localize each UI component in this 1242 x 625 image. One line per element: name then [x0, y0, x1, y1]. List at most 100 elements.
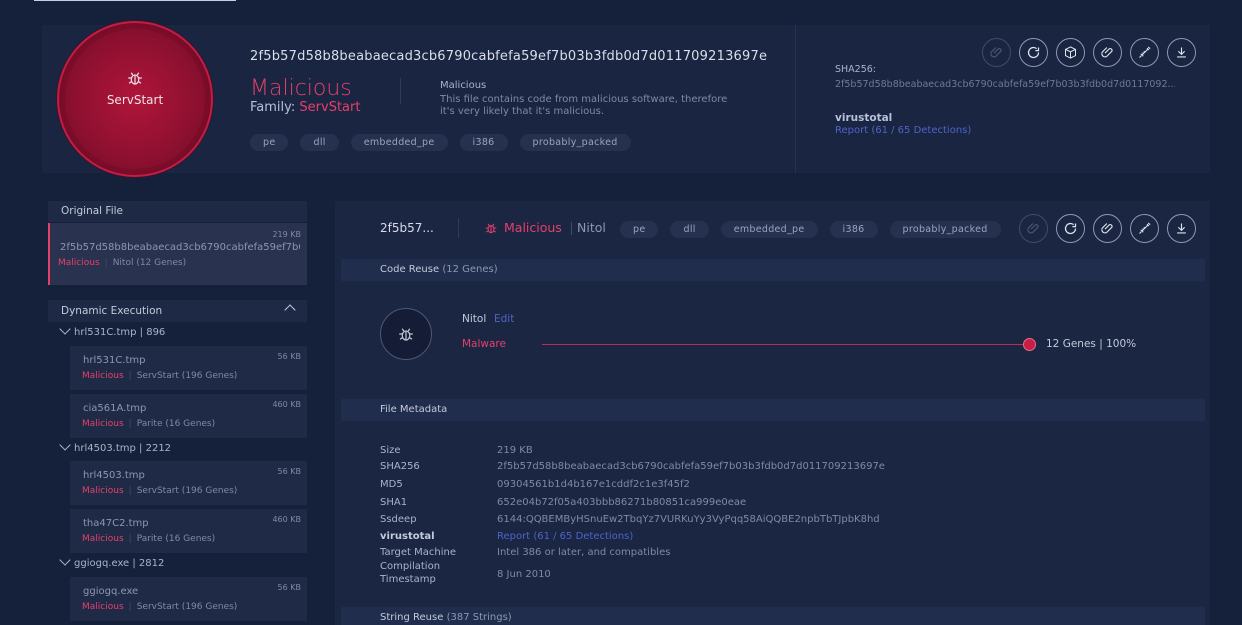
child-file-item[interactable]: 56 KB hrl531C.tmp Malicious | ServStart (1…: [70, 346, 307, 390]
tag[interactable]: embedded_pe: [350, 134, 448, 151]
syringe-icon: [1139, 46, 1151, 58]
chevron-down-icon[interactable]: [59, 439, 71, 451]
verdict: Malicious: [82, 602, 124, 612]
family-label[interactable]: Nitol: [571, 220, 606, 235]
metadata-key: SHA256: [380, 461, 420, 472]
sha256-value: 2f5b57d58b8beabaecad3cb6790cabfefa59ef7b…: [835, 79, 1175, 90]
section-title: Code Reuse: [380, 264, 440, 275]
gene-count: (12 Genes): [442, 264, 498, 275]
verdict: Malicious: [58, 258, 100, 268]
attach-button[interactable]: [1019, 214, 1048, 243]
tag[interactable]: i386: [459, 134, 508, 151]
family-value[interactable]: ServStart: [299, 100, 360, 115]
file-name: hrl531C.tmp: [83, 355, 146, 366]
download-button[interactable]: [1167, 214, 1196, 243]
file-size: 56 KB: [277, 352, 301, 361]
metadata-value: 219 KB: [497, 445, 533, 456]
inject-button[interactable]: [1130, 38, 1159, 67]
refresh-icon: [1064, 222, 1077, 235]
bug-icon: [485, 223, 497, 233]
file-size: 56 KB: [277, 583, 301, 592]
child-file-item[interactable]: 460 KB tha47C2.tmp Malicious | Parite (16 …: [70, 509, 307, 553]
process-node[interactable]: ggiogq.exe | 2812: [58, 554, 165, 569]
child-file-item[interactable]: 56 KB hrl4503.tmp Malicious | ServStart (1…: [70, 461, 307, 505]
attach-button[interactable]: [982, 38, 1011, 67]
reanalyze-button[interactable]: [1019, 38, 1048, 67]
tag[interactable]: dll: [300, 134, 339, 151]
file-name: hrl4503.tmp: [83, 470, 145, 481]
download-icon: [1177, 223, 1186, 234]
edit-link[interactable]: Edit: [494, 313, 514, 325]
main-actions: [1019, 214, 1196, 243]
verdict-desc-title: Malicious: [440, 80, 487, 91]
inject-button[interactable]: [1130, 214, 1159, 243]
metadata-value: 2f5b57d58b8beabaecad3cb6790cabfefa59ef7b…: [497, 461, 885, 472]
metadata-value: 652e04b72f05a403bbb86271b80851ca999e0eae: [497, 497, 747, 508]
header-tags: pe dll embedded_pe i386 probably_packed: [250, 134, 631, 151]
chevron-down-icon[interactable]: [59, 554, 71, 566]
download-button[interactable]: [1167, 38, 1196, 67]
code-reuse-header: Code Reuse (12 Genes): [341, 259, 1205, 281]
process-node[interactable]: hrl531C.tmp | 896: [58, 323, 166, 338]
metadata-key: Timestamp: [380, 574, 436, 585]
refresh-icon: [1027, 46, 1040, 59]
sandbox-button[interactable]: [1056, 38, 1085, 67]
chevron-down-icon[interactable]: [59, 323, 71, 335]
tag[interactable]: embedded_pe: [720, 221, 818, 238]
divider: [400, 78, 401, 104]
file-verdict-line: Malicious | ServStart (196 Genes): [82, 371, 238, 381]
file-verdict-line: Malicious | ServStart (196 Genes): [82, 602, 238, 612]
sha256-label: SHA256:: [835, 64, 877, 75]
tag[interactable]: i386: [829, 221, 878, 238]
process-node[interactable]: hrl4503.tmp | 2212: [58, 439, 171, 454]
tag[interactable]: pe: [250, 134, 289, 151]
verdict: Malicious: [82, 419, 124, 429]
gene-reuse-bar: [542, 344, 1029, 345]
virustotal-label: virustotal: [835, 112, 893, 124]
family-name: ServStart: [106, 93, 164, 107]
original-file-header: Original File: [48, 201, 307, 222]
tag[interactable]: dll: [670, 221, 709, 238]
family: Parite (16 Genes): [136, 419, 216, 429]
process-label: ggiogq.exe | 2812: [74, 558, 165, 569]
top-edge-line: [34, 0, 236, 1]
reanalyze-button[interactable]: [1056, 214, 1085, 243]
verdict-badge: Malicious: [484, 220, 562, 235]
syringe-icon: [1139, 222, 1151, 234]
paperclip-icon: [1101, 223, 1113, 234]
metadata-key: Target Machine: [380, 547, 456, 558]
gene-family-name: Nitol: [462, 313, 487, 325]
section-title: String Reuse: [380, 612, 444, 623]
verdict: Malicious: [82, 371, 124, 381]
child-file-item[interactable]: 56 KB ggiogq.exe Malicious | ServStart (19…: [70, 577, 307, 621]
paperclip-icon: [1027, 223, 1039, 234]
virustotal-report-link[interactable]: Report (61 / 65 Detections): [835, 125, 971, 136]
process-label: hrl531C.tmp | 896: [74, 327, 166, 338]
file-size: 56 KB: [277, 467, 301, 476]
file-verdict-line: Malicious | Parite (16 Genes): [82, 534, 216, 544]
attach-file-button[interactable]: [1093, 38, 1122, 67]
tag[interactable]: pe: [620, 221, 659, 238]
child-file-item[interactable]: 460 KB cia561A.tmp Malicious | Parite (16 …: [70, 394, 307, 438]
dynamic-execution-header[interactable]: Dynamic Execution: [48, 300, 307, 322]
metadata-key: Ssdeep: [380, 514, 417, 525]
gene-type: Malware: [462, 338, 506, 350]
original-file-item[interactable]: 219 KB 2f5b57d58b8beabaecad3cb6790cabfef…: [48, 223, 307, 285]
metadata-key: SHA1: [380, 497, 408, 508]
header-actions: [982, 38, 1196, 67]
family: ServStart (196 Genes): [136, 602, 238, 612]
download-icon: [1177, 47, 1186, 58]
gene-reuse-result: 12 Genes | 100%: [1046, 338, 1137, 350]
gene-reuse-marker: [1023, 338, 1036, 351]
virustotal-report-link[interactable]: Report (61 / 65 Detections): [497, 531, 633, 542]
file-verdict-line: Malicious | Nitol (12 Genes): [58, 258, 187, 268]
gene-family-circle: [380, 308, 432, 360]
file-size: 460 KB: [272, 400, 301, 409]
attach-file-button[interactable]: [1093, 214, 1122, 243]
tag[interactable]: probably_packed: [889, 221, 1001, 238]
file-name: 2f5b57d58b8beabaecad3cb6790cabfefa59ef7b…: [60, 242, 300, 253]
string-reuse-header: String Reuse (387 Strings): [341, 607, 1205, 625]
file-size: 219 KB: [272, 230, 301, 239]
family-line: Family: ServStart: [250, 100, 360, 115]
tag[interactable]: probably_packed: [519, 134, 631, 151]
